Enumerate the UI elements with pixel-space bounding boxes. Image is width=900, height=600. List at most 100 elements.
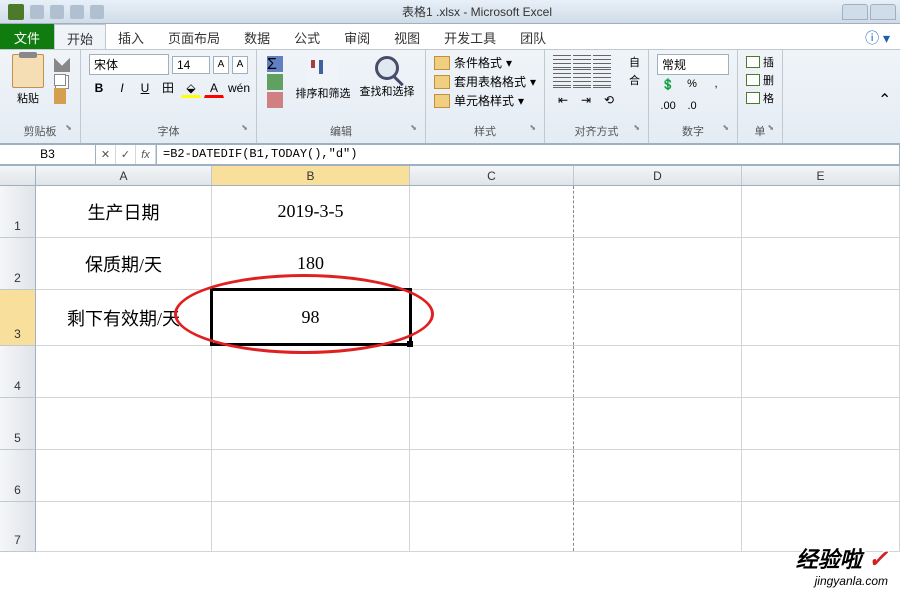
format-painter-icon[interactable] — [54, 88, 66, 104]
cell-styles-button[interactable]: 单元格样式 ▾ — [434, 92, 536, 109]
cell-b1[interactable]: 2019-3-5 — [212, 186, 410, 237]
col-header-a[interactable]: A — [36, 166, 212, 185]
increase-font-icon[interactable]: A — [213, 56, 229, 74]
maximize-button[interactable] — [870, 4, 896, 20]
align-left-button[interactable] — [553, 72, 571, 88]
ribbon-minimize-icon[interactable]: ⌃ — [878, 90, 892, 104]
undo-icon[interactable] — [50, 5, 64, 19]
save-icon[interactable] — [30, 5, 44, 19]
italic-button[interactable]: I — [112, 78, 132, 98]
cell-c4[interactable] — [410, 346, 574, 397]
cell-c2[interactable] — [410, 238, 574, 289]
tab-team[interactable]: 团队 — [508, 24, 558, 49]
cell-e6[interactable] — [742, 450, 900, 501]
orientation-button[interactable]: ⟲ — [599, 90, 619, 110]
format-cells-button[interactable]: 格 — [746, 90, 774, 106]
cancel-formula-icon[interactable]: ✕ — [96, 145, 116, 164]
paste-button[interactable]: 粘贴 — [8, 54, 48, 121]
table-format-button[interactable]: 套用表格格式 ▾ — [434, 73, 536, 90]
help-icon[interactable]: ⓘ ▾ — [855, 24, 900, 49]
align-right-button[interactable] — [593, 72, 611, 88]
conditional-format-button[interactable]: 条件格式 ▾ — [434, 54, 536, 71]
cell-e2[interactable] — [742, 238, 900, 289]
cell-e4[interactable] — [742, 346, 900, 397]
tab-insert[interactable]: 插入 — [106, 24, 156, 49]
cell-b6[interactable] — [212, 450, 410, 501]
cells-grid[interactable]: 生产日期 2019-3-5 保质期/天 180 剩下有效期/天 98 — [36, 186, 900, 552]
indent-increase-button[interactable]: ⇥ — [576, 90, 596, 110]
col-header-b[interactable]: B — [212, 166, 410, 185]
redo-icon[interactable] — [70, 5, 84, 19]
cell-b2[interactable]: 180 — [212, 238, 410, 289]
fill-icon[interactable] — [267, 74, 283, 90]
cell-b3[interactable]: 98 — [212, 290, 410, 345]
row-header-6[interactable]: 6 — [0, 450, 36, 502]
col-header-d[interactable]: D — [574, 166, 742, 185]
row-header-3[interactable]: 3 — [0, 290, 36, 346]
row-header-5[interactable]: 5 — [0, 398, 36, 450]
row-header-2[interactable]: 2 — [0, 238, 36, 290]
font-color-button[interactable]: A — [204, 78, 224, 98]
select-all-corner[interactable] — [0, 166, 36, 185]
cell-a1[interactable]: 生产日期 — [36, 186, 212, 237]
decrease-font-icon[interactable]: A — [232, 56, 248, 74]
cell-e1[interactable] — [742, 186, 900, 237]
find-select-button[interactable]: 查找和选择 — [357, 54, 417, 121]
tab-file[interactable]: 文件 — [0, 24, 54, 49]
cell-c6[interactable] — [410, 450, 574, 501]
qat-more-icon[interactable] — [90, 5, 104, 19]
tab-home[interactable]: 开始 — [54, 24, 106, 49]
tab-layout[interactable]: 页面布局 — [156, 24, 232, 49]
insert-cells-button[interactable]: 插 — [746, 54, 774, 70]
fill-color-button[interactable]: ⬙ — [181, 78, 201, 98]
cell-e3[interactable] — [742, 290, 900, 345]
row-header-7[interactable]: 7 — [0, 502, 36, 552]
autosum-icon[interactable]: Σ — [267, 56, 283, 72]
underline-button[interactable]: U — [135, 78, 155, 98]
row-header-4[interactable]: 4 — [0, 346, 36, 398]
minimize-button[interactable] — [842, 4, 868, 20]
align-center-button[interactable] — [573, 72, 591, 88]
cell-d7[interactable] — [574, 502, 742, 551]
name-box[interactable]: B3 — [0, 144, 96, 165]
fx-icon[interactable]: fx — [136, 145, 156, 164]
number-format-select[interactable]: 常规 — [657, 54, 729, 75]
tab-formulas[interactable]: 公式 — [282, 24, 332, 49]
tab-view[interactable]: 视图 — [382, 24, 432, 49]
cell-b7[interactable] — [212, 502, 410, 551]
col-header-c[interactable]: C — [410, 166, 574, 185]
cell-d2[interactable] — [574, 238, 742, 289]
phonetic-button[interactable]: wén — [227, 78, 247, 98]
cell-d4[interactable] — [574, 346, 742, 397]
cell-c3[interactable] — [410, 290, 574, 345]
align-bottom-button[interactable] — [593, 54, 611, 70]
clear-icon[interactable] — [267, 92, 283, 108]
cell-c5[interactable] — [410, 398, 574, 449]
align-middle-button[interactable] — [573, 54, 591, 70]
cell-a3[interactable]: 剩下有效期/天 — [36, 290, 212, 345]
border-button[interactable]: 田 — [158, 78, 178, 98]
cell-a5[interactable] — [36, 398, 212, 449]
comma-button[interactable]: , — [705, 77, 727, 97]
row-header-1[interactable]: 1 — [0, 186, 36, 238]
delete-cells-button[interactable]: 删 — [746, 72, 774, 88]
currency-button[interactable]: 💲 — [657, 77, 679, 97]
formula-input[interactable]: =B2-DATEDIF(B1,TODAY(),"d") — [157, 144, 900, 165]
percent-button[interactable]: % — [681, 77, 703, 97]
sort-filter-button[interactable]: 排序和筛选 — [293, 54, 353, 121]
cell-b5[interactable] — [212, 398, 410, 449]
cell-a7[interactable] — [36, 502, 212, 551]
merge-button[interactable]: 合 — [629, 72, 640, 88]
increase-decimal-button[interactable]: .00 — [657, 99, 679, 119]
cell-a6[interactable] — [36, 450, 212, 501]
cell-a2[interactable]: 保质期/天 — [36, 238, 212, 289]
copy-icon[interactable] — [54, 74, 66, 86]
cell-e5[interactable] — [742, 398, 900, 449]
align-top-button[interactable] — [553, 54, 571, 70]
cell-d1[interactable] — [574, 186, 742, 237]
tab-dev[interactable]: 开发工具 — [432, 24, 508, 49]
tab-data[interactable]: 数据 — [232, 24, 282, 49]
cell-d5[interactable] — [574, 398, 742, 449]
cell-c1[interactable] — [410, 186, 574, 237]
cut-icon[interactable] — [54, 56, 70, 72]
